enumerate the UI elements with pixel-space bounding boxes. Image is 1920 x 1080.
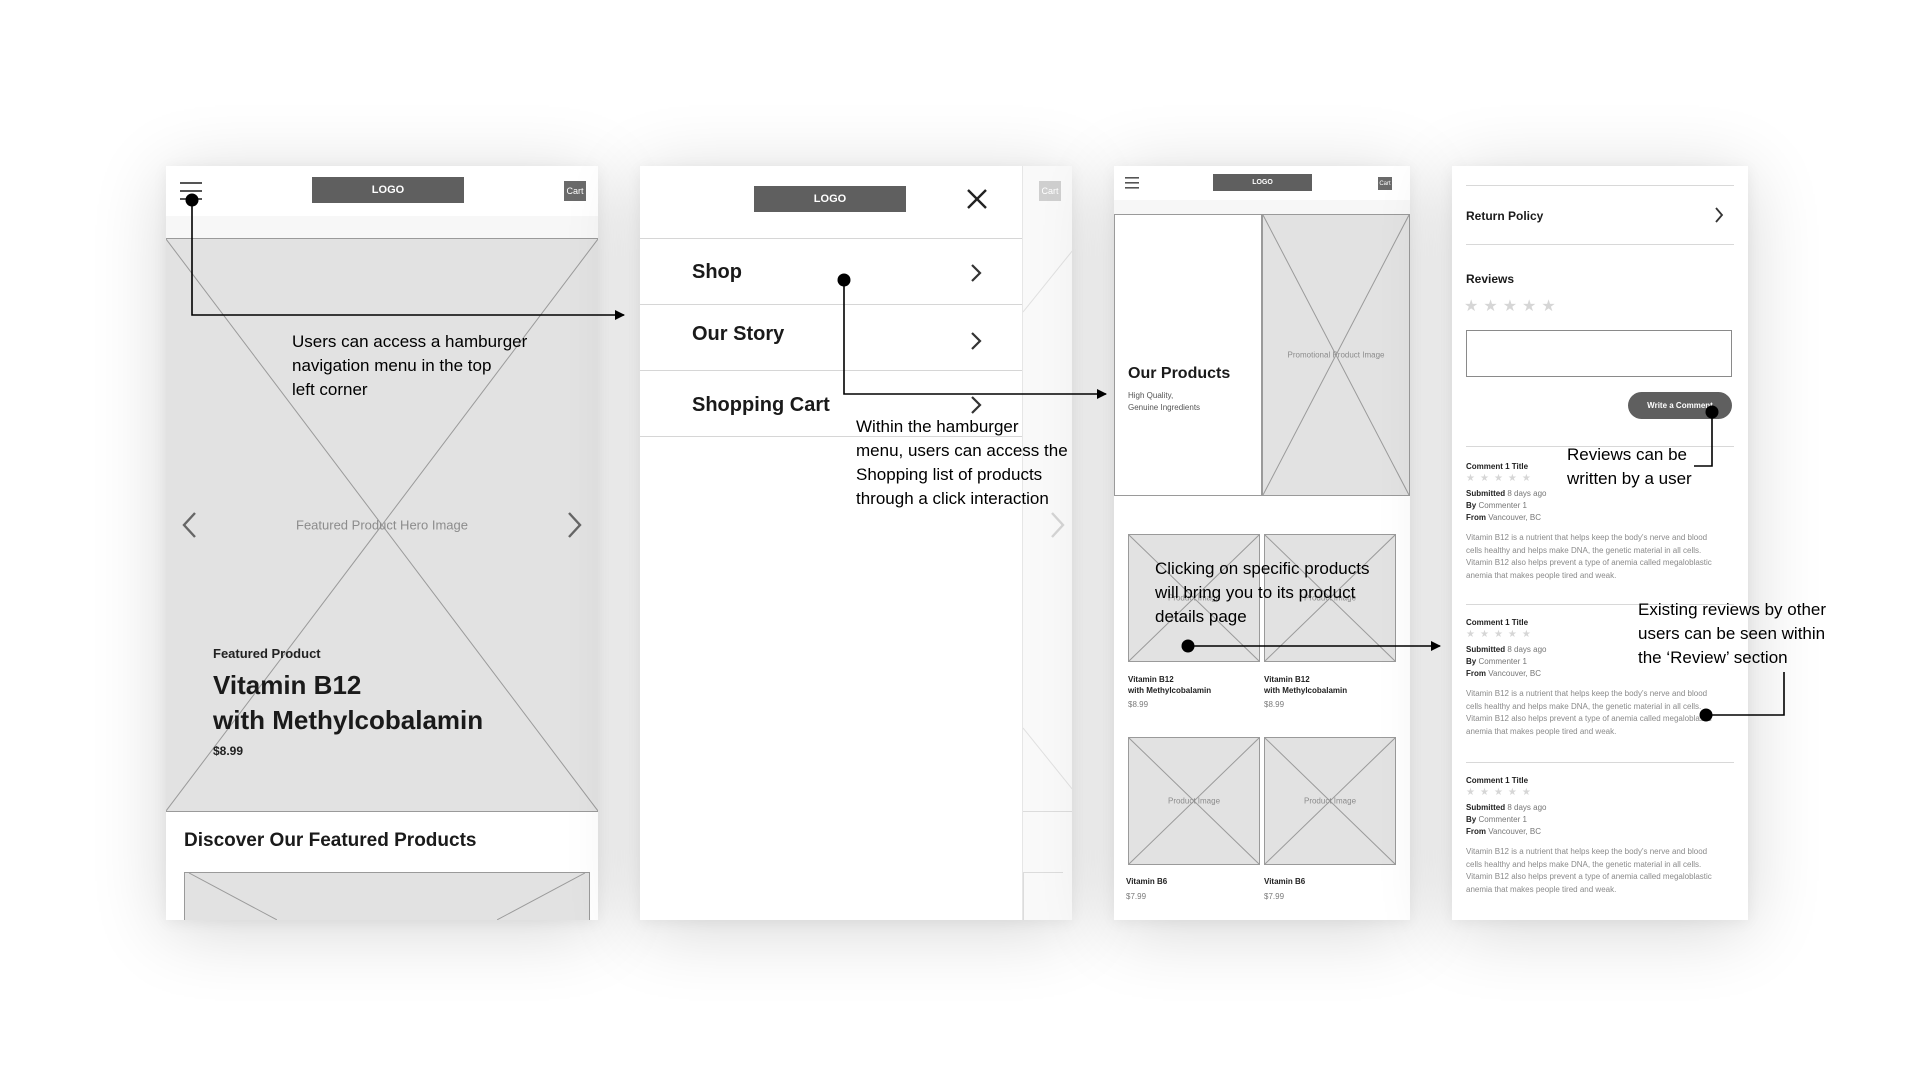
annotation-line: menu, users can access the — [856, 441, 1068, 460]
annotation-line: users can be seen within — [1638, 624, 1826, 643]
annotation-line: the ‘Review’ section — [1638, 648, 1788, 667]
annotation-products: Clicking on specific products will bring… — [1155, 557, 1369, 629]
annotation-connectors — [185, 193, 1785, 722]
annotation-existing-reviews: Existing reviews by other users can be s… — [1638, 598, 1826, 670]
annotation-line: written by a user — [1567, 469, 1692, 488]
annotation-line: navigation menu in the top — [292, 356, 492, 375]
annotation-menu: Within the hamburger menu, users can acc… — [856, 415, 1068, 511]
annotation-line: Within the hamburger — [856, 417, 1019, 436]
connector-hamburger — [185, 193, 625, 320]
annotation-line: Users can access a hamburger — [292, 332, 528, 351]
connector-menu-shop — [837, 273, 1107, 399]
connector-write-review — [1694, 405, 1719, 467]
annotation-line: through a click interaction — [856, 489, 1049, 508]
connector-existing-reviews — [1699, 672, 1785, 722]
annotation-line: Existing reviews by other — [1638, 600, 1827, 619]
annotation-line: details page — [1155, 607, 1247, 626]
annotation-write-review: Reviews can be written by a user — [1567, 443, 1692, 491]
annotation-line: Shopping list of products — [856, 465, 1043, 484]
annotation-line: will bring you to its product — [1155, 583, 1356, 602]
annotation-line: Clicking on specific products — [1155, 559, 1370, 578]
annotation-line: Reviews can be — [1567, 445, 1688, 464]
annotation-hamburger: Users can access a hamburger navigation … — [292, 330, 527, 402]
connector-product — [1181, 639, 1441, 653]
annotation-line: left corner — [292, 380, 368, 399]
